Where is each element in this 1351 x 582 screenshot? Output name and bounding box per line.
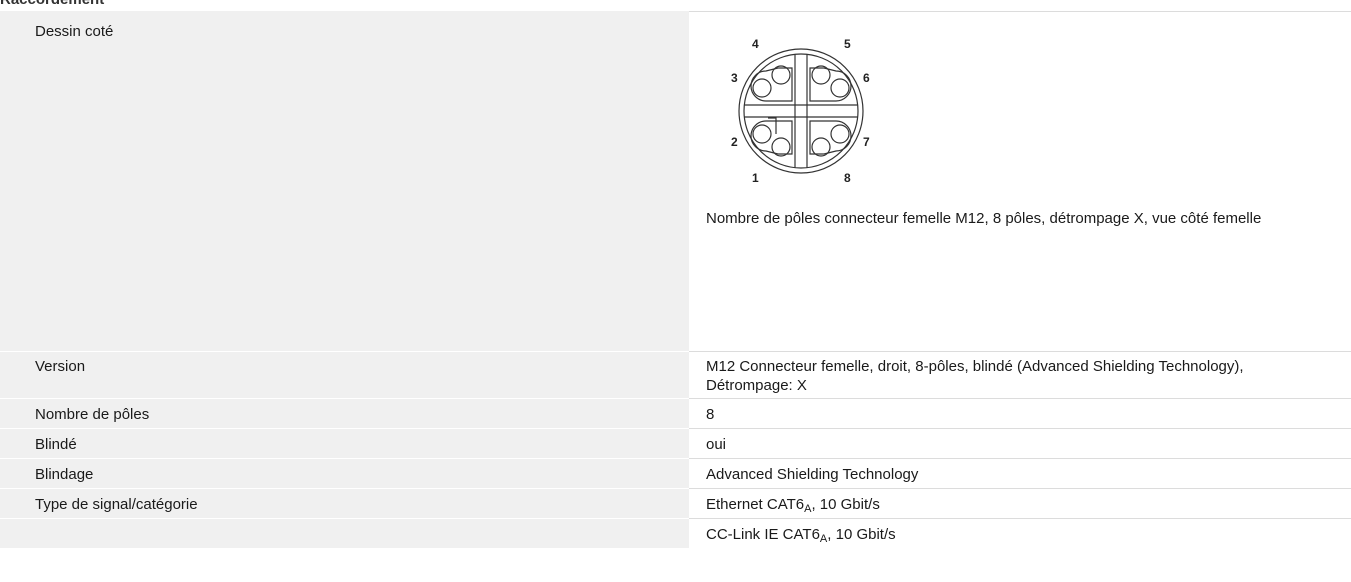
pin-number-7: 7 [863,135,870,149]
section-heading: Raccordement [0,0,104,8]
spec-row-version: Version M12 Connecteur femelle, droit, 8… [0,352,1351,399]
spec-value: M12 Connecteur femelle, droit, 8-pôles, … [689,352,1351,399]
spec-table: Dessin coté 1 2 3 4 5 6 7 8 Nombre de pô… [0,11,1351,549]
spec-value: 8 [689,399,1351,429]
spec-label: Type de signal/catégorie [0,489,689,519]
pin-number-6: 6 [863,71,870,85]
spec-row-dimension-drawing: Dessin coté 1 2 3 4 5 6 7 8 Nombre de pô… [0,11,1351,352]
pin-number-4: 4 [752,37,759,51]
spec-label: Nombre de pôles [0,399,689,429]
spec-row-signal-type: Type de signal/catégorie Ethernet CAT6A,… [0,489,1351,519]
spec-label: Blindé [0,429,689,459]
spec-label: Version [0,352,689,399]
spec-label: Dessin coté [0,11,689,352]
spec-value: Advanced Shielding Technology [689,459,1351,489]
pin-number-1: 1 [752,171,759,185]
m12-x-coded-pin-diagram-icon: 1 2 3 4 5 6 7 8 [731,37,870,185]
signal-type-rest: , 10 Gbit/s [827,526,896,543]
spec-row-shielded: Blindé oui [0,429,1351,459]
pin-number-3: 3 [731,71,738,85]
signal-type-rest: , 10 Gbit/s [811,496,880,513]
spec-label-empty [0,519,689,549]
spec-value: oui [689,429,1351,459]
spec-row-shielding: Blindage Advanced Shielding Technology [0,459,1351,489]
spec-row-signal-type-continued: CC-Link IE CAT6A, 10 Gbit/s [0,519,1351,549]
pin-number-5: 5 [844,37,851,51]
product-spec-page: Raccordement Dessin coté [0,0,1351,582]
signal-type-base: CC-Link IE CAT6 [706,526,820,543]
spec-row-pole-count: Nombre de pôles 8 [0,399,1351,429]
spec-value: Ethernet CAT6A, 10 Gbit/s [689,489,1351,519]
spec-label: Blindage [0,459,689,489]
pin-number-8: 8 [844,171,851,185]
spec-value: CC-Link IE CAT6A, 10 Gbit/s [689,519,1351,549]
drawing-caption: Nombre de pôles connecteur femelle M12, … [706,210,1262,227]
signal-type-base: Ethernet CAT6 [706,496,805,513]
pin-number-2: 2 [731,135,738,149]
spec-value: 1 2 3 4 5 6 7 8 Nombre de pôles connecte… [689,11,1351,352]
